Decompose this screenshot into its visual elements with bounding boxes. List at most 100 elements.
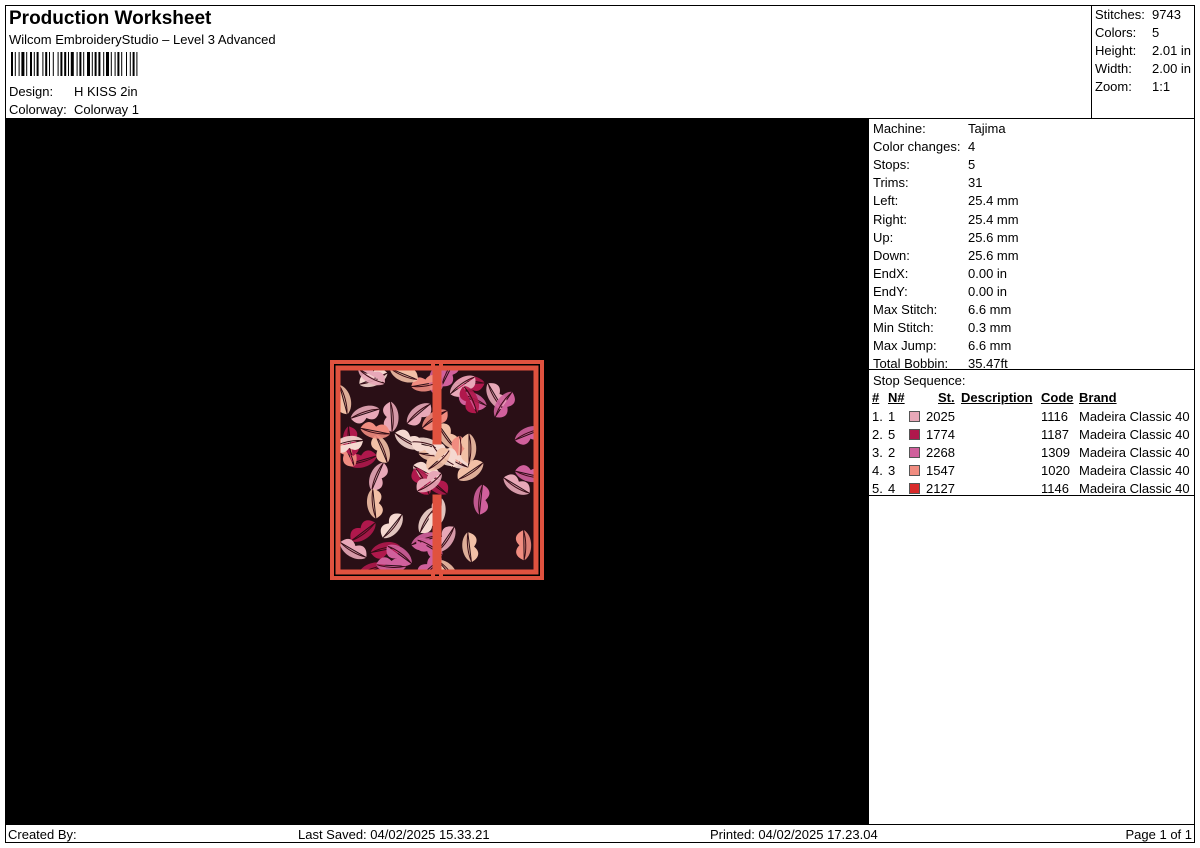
height-row: Height: 2.01 in bbox=[1095, 43, 1191, 58]
worksheet-footer: Created By: Last Saved: 04/02/2025 15.33… bbox=[5, 824, 1195, 843]
seq-order: 5. bbox=[872, 481, 883, 496]
machine-stat-value: 0.00 in bbox=[968, 265, 1008, 281]
last-saved: Last Saved: 04/02/2025 15.33.21 bbox=[298, 827, 490, 842]
seq-thread-code: 1309 bbox=[1041, 445, 1070, 460]
machine-stat-value: 5 bbox=[968, 157, 976, 173]
machine-stat-row: Trims: 31 bbox=[873, 175, 982, 190]
seq-order: 4. bbox=[872, 463, 883, 478]
machine-stat-label: Machine: bbox=[873, 121, 926, 136]
thread-color-swatch bbox=[909, 429, 920, 440]
machine-stat-label: Max Jump: bbox=[873, 338, 937, 354]
machine-stat-value: 25.6 mm bbox=[968, 247, 1019, 263]
seq-thread-code: 1146 bbox=[1041, 481, 1069, 496]
machine-stat-value: 25.4 mm bbox=[968, 193, 1019, 209]
colors-row: Colors: 5 bbox=[1095, 25, 1159, 40]
thread-color-swatch bbox=[909, 411, 920, 422]
colorway-label: Colorway: bbox=[9, 102, 67, 117]
machine-stat-value: 25.6 mm bbox=[968, 229, 1019, 245]
seq-thread-brand: Madeira Classic 40 bbox=[1079, 481, 1190, 496]
machine-stat-row: Color changes: 4 bbox=[873, 139, 975, 154]
machine-stat-value: 0.3 mm bbox=[968, 320, 1012, 336]
seq-header-brand: Brand bbox=[1079, 390, 1117, 405]
machine-stat-value: 0.00 in bbox=[968, 283, 1008, 299]
software-name: Wilcom EmbroideryStudio – Level 3 Advanc… bbox=[9, 32, 276, 47]
divider bbox=[869, 369, 1195, 370]
machine-stat-label: Min Stitch: bbox=[873, 320, 934, 336]
machine-stat-row: Right: 25.4 mm bbox=[873, 212, 1019, 227]
machine-stat-value: 6.6 mm bbox=[968, 338, 1012, 354]
machine-stat-value: 4 bbox=[968, 139, 976, 155]
machine-stat-value: Tajima bbox=[968, 121, 1006, 136]
machine-stat-label: EndX: bbox=[873, 265, 909, 281]
zoom-row: Zoom: 1:1 bbox=[1095, 79, 1170, 94]
machine-stat-row: Stops: 5 bbox=[873, 157, 975, 172]
seq-header-code: Code bbox=[1041, 390, 1074, 405]
height-label: Height: bbox=[1095, 43, 1137, 58]
machine-stat-row: Up: 25.6 mm bbox=[873, 230, 1019, 245]
machine-stat-label: Right: bbox=[873, 211, 907, 227]
design-summary: Stitches: 9743 Colors: 5 Height: 2.01 in Wi… bbox=[1092, 5, 1195, 119]
machine-stat-label: Stops: bbox=[873, 157, 910, 173]
seq-needle: 4 bbox=[888, 481, 896, 496]
seq-header-num: # bbox=[872, 390, 880, 405]
machine-stat-row: Left: 25.4 mm bbox=[873, 193, 1019, 208]
stitches-value: 9743 bbox=[1152, 7, 1181, 22]
machine-stat-label: Trims: bbox=[873, 175, 909, 191]
seq-needle: 1 bbox=[888, 409, 896, 424]
seq-thread-code: 1187 bbox=[1041, 427, 1069, 442]
seq-stitch-count: 2127 bbox=[926, 481, 955, 496]
seq-order: 3. bbox=[872, 445, 883, 460]
width-label: Width: bbox=[1095, 61, 1132, 76]
seq-needle: 3 bbox=[888, 463, 896, 478]
machine-stat-row: EndX: 0.00 in bbox=[873, 266, 1007, 281]
printed-date: Printed: 04/02/2025 17.23.04 bbox=[710, 827, 878, 842]
machine-stat-row: Machine: Tajima bbox=[873, 121, 1006, 136]
page-number: Page 1 of 1 bbox=[1125, 827, 1193, 842]
machine-stat-row: Down: 25.6 mm bbox=[873, 248, 1019, 263]
design-label: Design: bbox=[9, 84, 54, 99]
colors-label: Colors: bbox=[1095, 25, 1137, 40]
machine-info-panel: Machine: Tajima Color changes: 4 Stops: 5 Trim… bbox=[868, 119, 1195, 824]
seq-stitch-count: 1547 bbox=[926, 463, 955, 478]
machine-stat-label: Color changes: bbox=[873, 139, 961, 155]
seq-thread-brand: Madeira Classic 40 bbox=[1079, 427, 1190, 442]
seq-stitch-count: 2268 bbox=[926, 445, 955, 460]
machine-stat-value: 31 bbox=[968, 175, 983, 191]
machine-stat-label: Left: bbox=[873, 193, 899, 209]
embroidery-preview-image bbox=[330, 360, 544, 580]
colors-value: 5 bbox=[1152, 25, 1160, 40]
design-preview bbox=[5, 119, 868, 824]
machine-stat-row: EndY: 0.00 in bbox=[873, 284, 1007, 299]
barcode bbox=[11, 52, 138, 76]
colorway-row: Colorway: Colorway 1 bbox=[9, 102, 139, 117]
machine-stat-label: Down: bbox=[873, 247, 910, 263]
seq-header-n: N# bbox=[888, 390, 905, 405]
seq-thread-brand: Madeira Classic 40 bbox=[1079, 445, 1190, 460]
machine-stat-label: Up: bbox=[873, 229, 894, 245]
created-by: Created By: bbox=[8, 827, 77, 842]
page-title: Production Worksheet bbox=[9, 8, 212, 29]
machine-stat-row: Max Jump: 6.6 mm bbox=[873, 338, 1011, 353]
stitches-row: Stitches: 9743 bbox=[1095, 7, 1181, 22]
zoom-value: 1:1 bbox=[1152, 79, 1171, 94]
seq-header-stitches: St. bbox=[938, 390, 955, 405]
machine-stat-label: EndY: bbox=[873, 283, 908, 299]
thread-color-swatch bbox=[909, 465, 920, 476]
seq-stitch-count: 1774 bbox=[926, 427, 955, 442]
machine-stat-value: 6.6 mm bbox=[968, 302, 1012, 317]
zoom-label: Zoom: bbox=[1095, 79, 1132, 94]
seq-header-description: Description bbox=[961, 390, 1033, 405]
seq-needle: 2 bbox=[888, 445, 896, 460]
seq-stitch-count: 2025 bbox=[926, 409, 955, 424]
seq-thread-brand: Madeira Classic 40 bbox=[1079, 409, 1190, 424]
width-value: 2.00 in bbox=[1152, 61, 1192, 76]
seq-thread-brand: Madeira Classic 40 bbox=[1079, 463, 1190, 478]
stitches-label: Stitches: bbox=[1095, 7, 1145, 22]
thread-color-swatch bbox=[909, 483, 920, 494]
height-value: 2.01 in bbox=[1152, 43, 1192, 58]
machine-stat-row: Min Stitch: 0.3 mm bbox=[873, 320, 1011, 335]
width-row: Width: 2.00 in bbox=[1095, 61, 1191, 76]
design-value: H KISS 2in bbox=[74, 84, 138, 99]
machine-stat-value: 25.4 mm bbox=[968, 211, 1019, 227]
seq-thread-code: 1116 bbox=[1041, 409, 1068, 424]
